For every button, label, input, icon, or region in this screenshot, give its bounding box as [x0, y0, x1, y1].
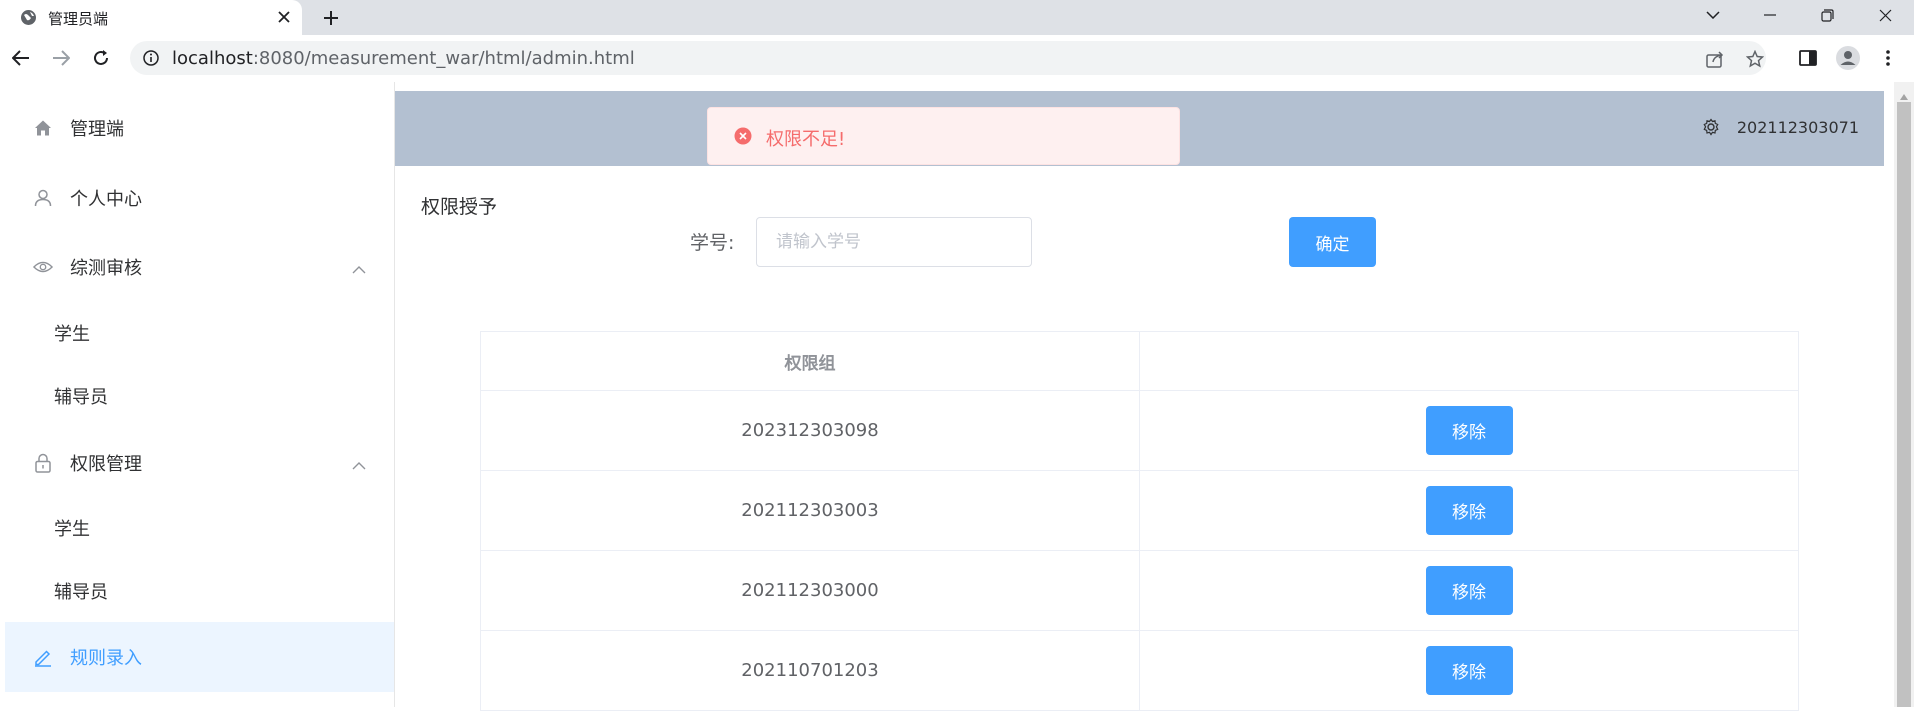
table-row: 202112303000 移除 [481, 551, 1798, 631]
browser-tabstrip: 管理员端 [0, 0, 1914, 35]
toast-message: 权限不足! [766, 129, 846, 150]
sidebar-item-profile[interactable]: 个人中心 [0, 165, 394, 231]
star-icon[interactable] [1744, 48, 1766, 70]
scrollbar-thumb[interactable] [1897, 102, 1911, 707]
lock-icon [33, 453, 53, 473]
table-row: 202312303098 移除 [481, 391, 1798, 471]
url-text: localhost:8080/measurement_war/html/admi… [172, 48, 635, 69]
url-host: localhost [172, 48, 253, 69]
chevron-down-icon[interactable] [1688, 0, 1738, 30]
eye-icon [33, 257, 53, 277]
permission-table: 权限组 202312303098 移除 202112303003 移除 2021… [480, 331, 1799, 711]
close-tab-icon[interactable] [273, 6, 295, 28]
page: 管理端 个人中心 综测审核 学生 辅导员 权限管理 学生 辅导员 规则录入 20… [0, 82, 1894, 711]
remove-button[interactable]: 移除 [1425, 486, 1513, 535]
confirm-button[interactable]: 确定 [1289, 217, 1376, 267]
table-cell: 202112303003 [481, 471, 1140, 550]
edit-icon [33, 647, 53, 667]
address-bar[interactable]: localhost:8080/measurement_war/html/admi… [130, 41, 1766, 75]
restore-icon[interactable] [1802, 0, 1852, 30]
info-icon[interactable] [143, 50, 159, 66]
sidebar-item-label: 规则录入 [70, 648, 142, 669]
user-icon [33, 188, 53, 208]
browser-tab[interactable]: 管理员端 [0, 0, 302, 35]
error-message-toast: 权限不足! [707, 107, 1180, 165]
remove-button[interactable]: 移除 [1425, 406, 1513, 455]
table-header-row: 权限组 [481, 332, 1798, 391]
error-circle-icon [734, 127, 752, 145]
student-id-label: 学号: [690, 232, 735, 254]
tab-title: 管理员端 [48, 10, 109, 28]
sidebar-subitem-review-student[interactable]: 学生 [0, 303, 394, 363]
side-panel-icon[interactable] [1795, 45, 1821, 71]
student-id-cell: 202110701203 [741, 660, 879, 681]
sidebar-subitem-review-counselor[interactable]: 辅导员 [0, 366, 394, 426]
table-cell: 202112303000 [481, 551, 1140, 630]
table-cell: 移除 [1140, 471, 1798, 550]
section-title: 权限授予 [421, 196, 498, 218]
table-cell: 移除 [1140, 551, 1798, 630]
globe-icon [20, 9, 37, 26]
reload-icon[interactable] [88, 45, 114, 71]
sidebar: 管理端 个人中心 综测审核 学生 辅导员 权限管理 学生 辅导员 规则录入 [0, 82, 395, 707]
forward-arrow-icon[interactable] [48, 45, 74, 71]
sidebar-item-label: 个人中心 [70, 189, 142, 210]
student-id-input[interactable] [756, 217, 1032, 267]
table-cell: 移除 [1140, 631, 1798, 710]
sidebar-subitem-label: 学生 [54, 519, 90, 540]
close-window-icon[interactable] [1860, 0, 1910, 30]
chevron-up-icon[interactable] [352, 259, 368, 275]
sidebar-item-admin[interactable]: 管理端 [0, 95, 394, 161]
scroll-up-arrow-icon[interactable] [1899, 86, 1909, 100]
sidebar-item-label: 权限管理 [70, 454, 142, 475]
table-row: 202110701203 移除 [481, 631, 1798, 711]
url-path: :8080/measurement_war/html/admin.html [252, 48, 635, 69]
sidebar-subitem-label: 辅导员 [54, 582, 108, 603]
sidebar-item-permissions[interactable]: 权限管理 [0, 430, 394, 496]
browser-toolbar: localhost:8080/measurement_war/html/admi… [0, 35, 1914, 83]
sidebar-subitem-label: 学生 [54, 324, 90, 345]
remove-button[interactable]: 移除 [1425, 566, 1513, 615]
student-id-cell: 202112303000 [741, 580, 879, 601]
table-cell: 202110701203 [481, 631, 1140, 710]
table-row: 202112303003 移除 [481, 471, 1798, 551]
remove-button[interactable]: 移除 [1425, 646, 1513, 695]
minimize-icon[interactable] [1745, 0, 1795, 30]
column-header-permission-group: 权限组 [784, 353, 836, 374]
sidebar-item-rules[interactable]: 规则录入 [5, 622, 394, 692]
home-icon [33, 118, 53, 138]
student-id-cell: 202312303098 [741, 420, 879, 441]
gear-icon[interactable] [1702, 118, 1720, 136]
student-id-cell: 202112303003 [741, 500, 879, 521]
back-arrow-icon[interactable] [8, 45, 34, 71]
username-label[interactable]: 202112303071 [1737, 118, 1859, 137]
sidebar-subitem-label: 辅导员 [54, 387, 108, 408]
sidebar-item-label: 管理端 [70, 119, 124, 140]
sidebar-item-review[interactable]: 综测审核 [0, 234, 394, 300]
sidebar-subitem-permissions-student[interactable]: 学生 [0, 498, 394, 558]
table-cell: 202312303098 [481, 391, 1140, 470]
share-icon[interactable] [1704, 48, 1726, 70]
page-scrollbar[interactable] [1894, 82, 1914, 707]
sidebar-subitem-permissions-counselor[interactable]: 辅导员 [0, 561, 394, 621]
table-header-cell [1140, 332, 1798, 390]
sidebar-item-label: 综测审核 [70, 258, 142, 279]
table-cell: 移除 [1140, 391, 1798, 470]
table-header-cell: 权限组 [481, 332, 1140, 390]
profile-icon[interactable] [1835, 45, 1861, 71]
more-menu-icon[interactable] [1875, 45, 1901, 71]
new-tab-icon[interactable] [318, 5, 344, 31]
chevron-up-icon[interactable] [352, 455, 368, 471]
